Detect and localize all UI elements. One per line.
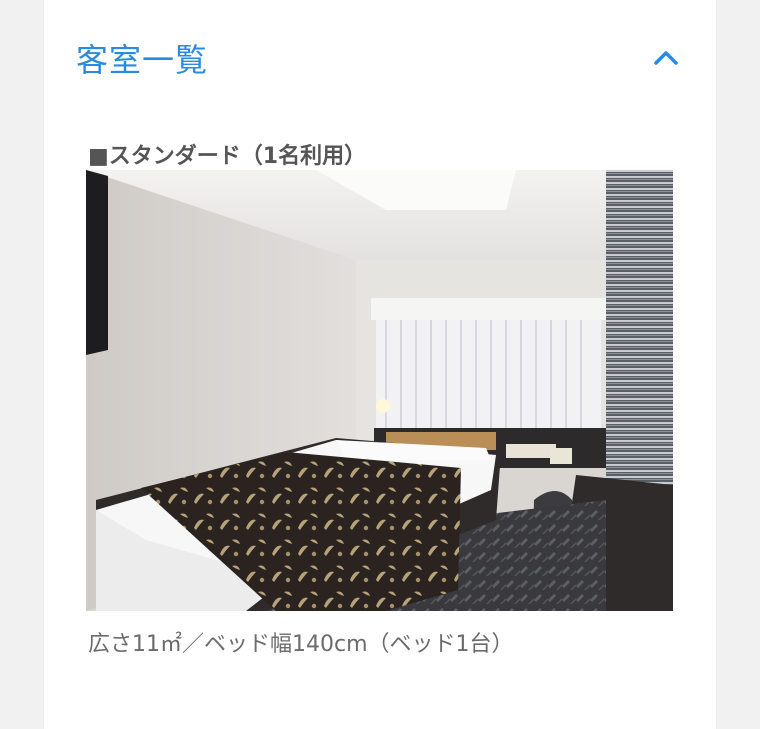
chevron-up-icon	[654, 51, 678, 65]
section-title: 客室一覧	[76, 41, 209, 79]
room-photo	[86, 170, 673, 611]
collapse-toggle-button[interactable]	[648, 40, 684, 76]
hotel-room-image	[86, 170, 673, 611]
room-type-name: ■スタンダード（1名利用）	[88, 144, 367, 169]
section-header[interactable]: 客室一覧	[76, 34, 684, 82]
room-list-card: 客室一覧 ■スタンダード（1名利用） 広さ11㎡／ベッド幅140cm（ベッド1台…	[44, 0, 716, 729]
room-details: 広さ11㎡／ベッド幅140cm（ベッド1台）	[88, 632, 514, 657]
